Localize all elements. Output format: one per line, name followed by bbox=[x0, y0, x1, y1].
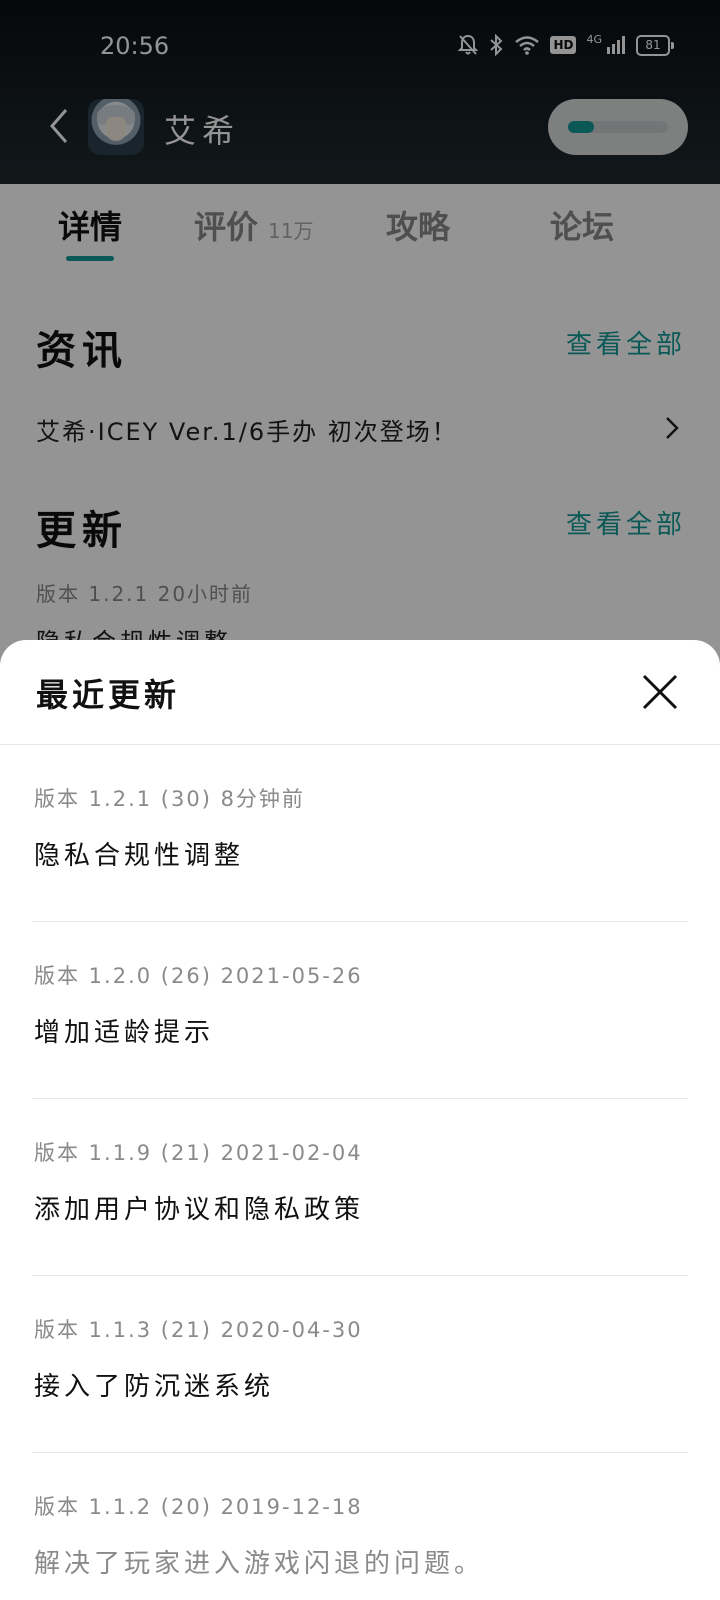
update-entry-meta: 版本 1.1.9 (21) 2021-02-04 bbox=[34, 1141, 363, 1165]
update-entry-text: 接入了防沉迷系统 bbox=[34, 1372, 275, 1402]
update-entry-text: 增加适龄提示 bbox=[34, 1018, 215, 1048]
update-entry-text: 解决了玩家进入游戏闪退的问题。 bbox=[34, 1549, 485, 1579]
update-entry: 版本 1.1.9 (21) 2021-02-04 添加用户协议和隐私政策 bbox=[32, 1099, 688, 1276]
close-button[interactable] bbox=[640, 672, 680, 712]
sheet-title: 最近更新 bbox=[36, 676, 181, 714]
update-entry-text: 隐私合规性调整 bbox=[34, 841, 245, 871]
update-entry: 版本 1.1.2 (20) 2019-12-18 解决了玩家进入游戏闪退的问题。 bbox=[32, 1453, 688, 1600]
update-entry-meta: 版本 1.1.3 (21) 2020-04-30 bbox=[34, 1318, 363, 1342]
sheet-header: 最近更新 bbox=[0, 640, 720, 745]
close-icon bbox=[642, 674, 678, 710]
update-entry-meta: 版本 1.2.0 (26) 2021-05-26 bbox=[34, 964, 363, 988]
update-history-list: 版本 1.2.1 (30) 8分钟前 隐私合规性调整 版本 1.2.0 (26)… bbox=[0, 745, 720, 1600]
update-entry-meta: 版本 1.1.2 (20) 2019-12-18 bbox=[34, 1495, 363, 1519]
update-entry-meta: 版本 1.2.1 (30) 8分钟前 bbox=[34, 787, 305, 811]
update-entry: 版本 1.2.0 (26) 2021-05-26 增加适龄提示 bbox=[32, 922, 688, 1099]
update-entry: 版本 1.1.3 (21) 2020-04-30 接入了防沉迷系统 bbox=[32, 1276, 688, 1453]
update-entry: 版本 1.2.1 (30) 8分钟前 隐私合规性调整 bbox=[32, 745, 688, 922]
update-entry-text: 添加用户协议和隐私政策 bbox=[34, 1195, 365, 1225]
recent-updates-sheet: 最近更新 版本 1.2.1 (30) 8分钟前 隐私合规性调整 版本 1.2.0… bbox=[0, 640, 720, 1600]
